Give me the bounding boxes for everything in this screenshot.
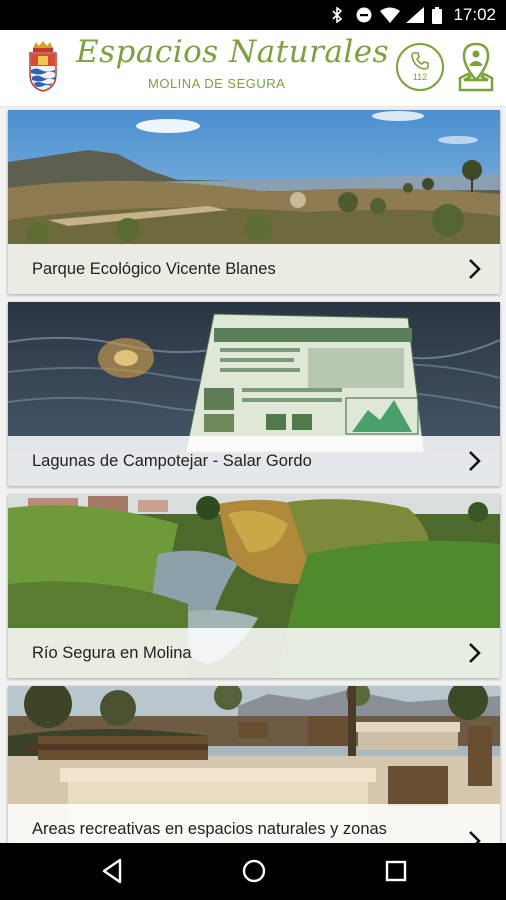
- system-navigation-bar: [0, 843, 506, 900]
- chevron-right-icon: [469, 259, 481, 279]
- do-not-disturb-icon: [356, 7, 372, 23]
- app-subtitle: MOLINA DE SEGURA: [148, 76, 286, 91]
- place-card-parque-ecologico[interactable]: Parque Ecológico Vicente Blanes: [8, 110, 500, 294]
- chevron-right-icon: [469, 643, 481, 663]
- map-location-button[interactable]: [458, 42, 494, 92]
- home-icon[interactable]: [240, 857, 268, 885]
- place-name: Parque Ecológico Vicente Blanes: [32, 260, 276, 278]
- card-caption: Lagunas de Campotejar - Salar Gordo: [8, 436, 500, 486]
- status-bar: 17:02: [0, 0, 506, 30]
- clock: 17:02: [453, 5, 496, 24]
- emergency-call-button[interactable]: 112: [396, 43, 444, 91]
- place-name: Río Segura en Molina: [32, 644, 192, 662]
- back-icon[interactable]: [100, 857, 124, 885]
- place-card-lagunas-campotejar[interactable]: Lagunas de Campotejar - Salar Gordo: [8, 302, 500, 486]
- signal-icon: [406, 7, 424, 23]
- chevron-right-icon: [469, 451, 481, 471]
- app-header: Espacios Naturales MOLINA DE SEGURA 112: [0, 30, 506, 107]
- card-caption: Río Segura en Molina: [8, 628, 500, 678]
- wifi-icon: [380, 7, 400, 23]
- app-title: Espacios Naturales: [76, 34, 390, 70]
- bluetooth-icon: [332, 7, 343, 23]
- place-card-rio-segura[interactable]: Río Segura en Molina: [8, 494, 500, 678]
- card-caption: Parque Ecológico Vicente Blanes: [8, 244, 500, 294]
- town-crest-icon: [29, 41, 57, 92]
- place-card-areas-recreativas[interactable]: Areas recreativas en espacios naturales …: [8, 686, 500, 866]
- emergency-number: 112: [412, 72, 428, 82]
- phone-icon: [411, 52, 429, 70]
- place-name: Lagunas de Campotejar - Salar Gordo: [32, 452, 312, 470]
- recents-icon[interactable]: [384, 857, 408, 885]
- battery-icon: [432, 7, 442, 24]
